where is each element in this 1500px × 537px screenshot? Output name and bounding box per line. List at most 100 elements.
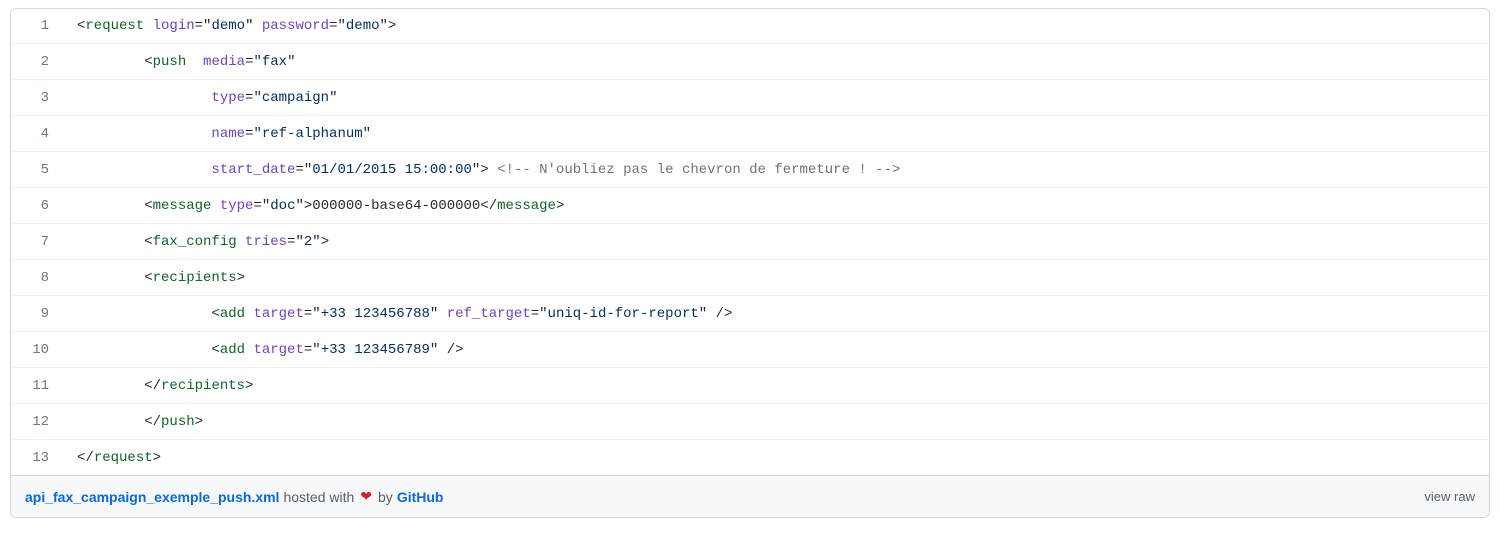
token-attr: target <box>253 342 303 358</box>
code-cell[interactable]: <push media="fax" <box>63 44 1489 80</box>
token-punct: " <box>539 306 547 322</box>
token-txt <box>77 378 144 394</box>
token-punct: < <box>144 54 152 70</box>
line-number[interactable]: 9 <box>11 296 63 332</box>
token-val: +33 123456789 <box>321 342 430 358</box>
token-attr: start_date <box>211 162 295 178</box>
gist-filename-link[interactable]: api_fax_campaign_exemple_push.xml <box>25 489 279 505</box>
code-row: 11 </recipients> <box>11 368 1489 404</box>
token-txt <box>77 126 211 142</box>
token-punct: " <box>295 198 303 214</box>
token-attr: target <box>253 306 303 322</box>
token-punct: > <box>237 270 245 286</box>
code-cell[interactable]: </request> <box>63 440 1489 475</box>
token-txt <box>77 270 144 286</box>
token-punct: > <box>556 198 564 214</box>
token-punct: < <box>211 306 219 322</box>
line-number[interactable]: 13 <box>11 440 63 475</box>
token-punct: " <box>338 18 346 34</box>
heart-icon: ❤ <box>360 488 372 505</box>
github-link[interactable]: GitHub <box>397 489 444 505</box>
token-punct: " <box>287 54 295 70</box>
line-number[interactable]: 10 <box>11 332 63 368</box>
line-number[interactable]: 3 <box>11 80 63 116</box>
code-row: 4 name="ref-alphanum" <box>11 116 1489 152</box>
line-number[interactable]: 1 <box>11 9 63 44</box>
line-number[interactable]: 6 <box>11 188 63 224</box>
token-attr: ref_target <box>447 306 531 322</box>
token-tag: push <box>161 414 195 430</box>
token-attr: media <box>203 54 245 70</box>
code-body: 1<request login="demo" password="demo">2… <box>11 9 1489 475</box>
line-number[interactable]: 5 <box>11 152 63 188</box>
token-punct: > <box>480 162 488 178</box>
code-row: 12 </push> <box>11 404 1489 440</box>
line-number[interactable]: 8 <box>11 260 63 296</box>
token-val: +33 123456788 <box>321 306 430 322</box>
code-cell[interactable]: <add target="+33 123456789" /> <box>63 332 1489 368</box>
token-punct: " <box>312 306 320 322</box>
token-punct: " <box>329 90 337 106</box>
token-txt <box>77 90 211 106</box>
gist-meta-left: api_fax_campaign_exemple_push.xml hosted… <box>25 488 443 505</box>
token-punct: > <box>153 450 161 466</box>
code-row: 1<request login="demo" password="demo"> <box>11 9 1489 44</box>
token-txt <box>186 54 203 70</box>
token-txt <box>707 306 715 322</box>
token-txt <box>144 18 152 34</box>
token-tag: add <box>220 342 245 358</box>
token-txt <box>77 306 211 322</box>
line-number[interactable]: 11 <box>11 368 63 404</box>
token-tag: add <box>220 306 245 322</box>
token-val: doc <box>270 198 295 214</box>
code-row: 6 <message type="doc">000000-base64-0000… <box>11 188 1489 224</box>
token-punct: /> <box>447 342 464 358</box>
code-cell[interactable]: </push> <box>63 404 1489 440</box>
code-cell[interactable]: <message type="doc">000000-base64-000000… <box>63 188 1489 224</box>
token-tag: request <box>94 450 153 466</box>
token-attr: name <box>211 126 245 142</box>
code-row: 5 start_date="01/01/2015 15:00:00"> <!--… <box>11 152 1489 188</box>
token-punct: " <box>380 18 388 34</box>
code-row: 7 <fax_config tries="2"> <box>11 224 1489 260</box>
token-tag: fax_config <box>153 234 237 250</box>
token-txt <box>438 306 446 322</box>
view-raw-link[interactable]: view raw <box>1424 489 1475 504</box>
code-cell[interactable]: type="campaign" <box>63 80 1489 116</box>
token-punct: " <box>253 54 261 70</box>
code-cell[interactable]: <add target="+33 123456788" ref_target="… <box>63 296 1489 332</box>
token-txt <box>438 342 446 358</box>
token-punct: </ <box>480 198 497 214</box>
gist-container: 1<request login="demo" password="demo">2… <box>10 8 1490 518</box>
token-punct: " <box>304 162 312 178</box>
token-val: demo <box>346 18 380 34</box>
token-punct: /> <box>716 306 733 322</box>
token-tag: recipients <box>153 270 237 286</box>
token-tag: recipients <box>161 378 245 394</box>
code-cell[interactable]: <request login="demo" password="demo"> <box>63 9 1489 44</box>
line-number[interactable]: 7 <box>11 224 63 260</box>
token-txt <box>211 198 219 214</box>
token-punct: " <box>363 126 371 142</box>
line-number[interactable]: 12 <box>11 404 63 440</box>
code-row: 2 <push media="fax" <box>11 44 1489 80</box>
token-txt <box>77 54 144 70</box>
token-punct: = <box>295 162 303 178</box>
code-cell[interactable]: name="ref-alphanum" <box>63 116 1489 152</box>
token-attr: tries <box>245 234 287 250</box>
code-cell[interactable]: <recipients> <box>63 260 1489 296</box>
code-cell[interactable]: start_date="01/01/2015 15:00:00"> <!-- N… <box>63 152 1489 188</box>
token-txt <box>77 162 211 178</box>
token-val: fax <box>262 54 287 70</box>
line-number[interactable]: 4 <box>11 116 63 152</box>
token-punct: < <box>211 342 219 358</box>
token-txt <box>77 198 144 214</box>
code-cell[interactable]: <fax_config tries="2"> <box>63 224 1489 260</box>
code-cell[interactable]: </recipients> <box>63 368 1489 404</box>
token-tag: request <box>85 18 144 34</box>
token-attr: password <box>262 18 329 34</box>
token-attr: type <box>220 198 254 214</box>
line-number[interactable]: 2 <box>11 44 63 80</box>
token-cmt: <!-- N'oubliez pas le chevron de fermetu… <box>497 162 900 178</box>
token-punct: </ <box>77 450 94 466</box>
